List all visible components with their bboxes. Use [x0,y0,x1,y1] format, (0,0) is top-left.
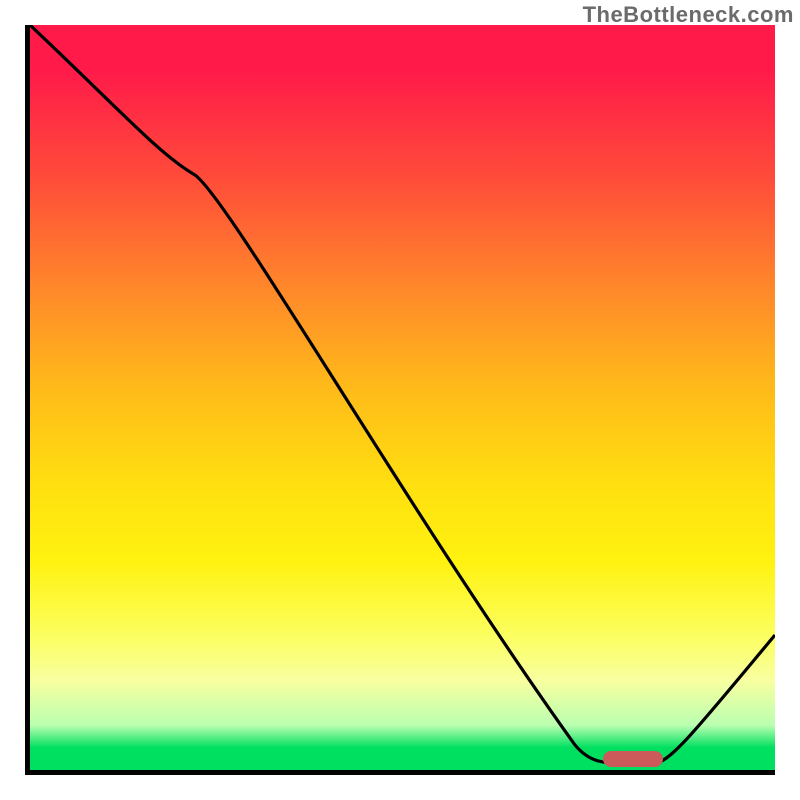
plot-area [25,25,775,775]
bottleneck-curve-path [30,25,775,763]
optimal-range-marker [603,751,663,767]
chart-container: TheBottleneck.com [0,0,800,800]
curve-svg [30,25,775,770]
